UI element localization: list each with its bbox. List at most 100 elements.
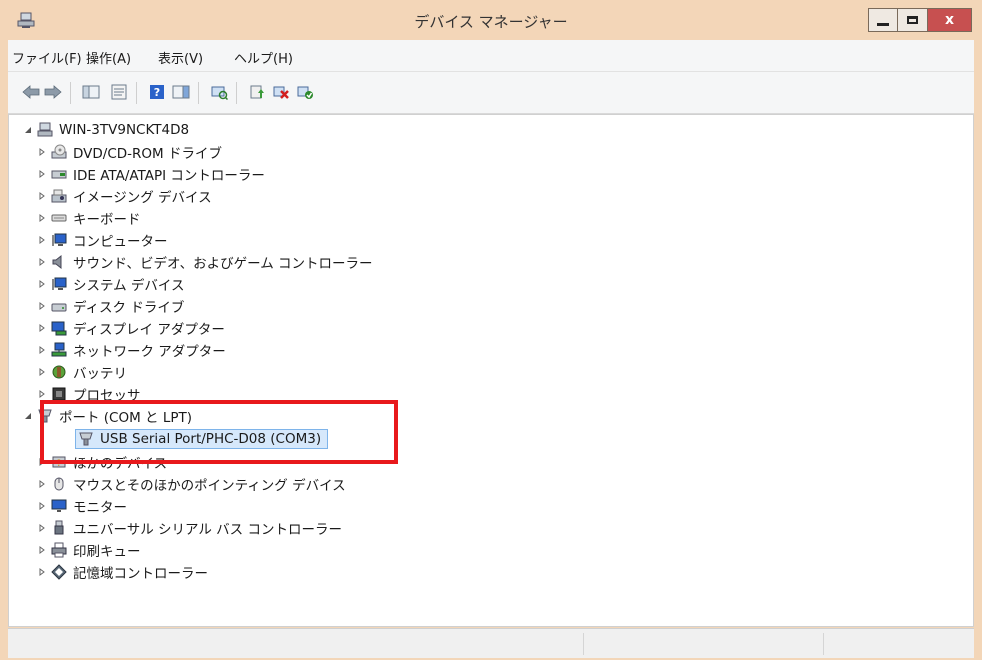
dvd-drive-icon (51, 144, 67, 160)
storage-controller-icon (51, 564, 67, 580)
toolbar-separator (236, 82, 237, 104)
tree-category-print-queue[interactable]: 印刷キュー (37, 539, 141, 561)
status-bar (8, 628, 974, 658)
expand-arrow-icon[interactable] (37, 257, 47, 267)
tree-category-system[interactable]: システム デバイス (37, 273, 184, 295)
menu-view[interactable]: 表示(V) (158, 48, 203, 67)
system-device-icon (51, 276, 67, 292)
ide-controller-icon (51, 166, 67, 182)
tree-category-sound[interactable]: サウンド、ビデオ、およびゲーム コントローラー (37, 251, 373, 273)
computer-icon (37, 122, 53, 138)
device-tree: WIN-3TV9NCKT4D8 DVD/CD-ROM ドライブ IDE ATA/… (8, 114, 974, 627)
scan-hardware-changes-icon[interactable] (208, 82, 230, 102)
expand-arrow-icon[interactable] (37, 279, 47, 289)
tree-category-label: ネットワーク アダプター (73, 344, 226, 360)
maximize-icon (907, 16, 918, 24)
back-arrow-icon[interactable] (20, 82, 42, 102)
expand-arrow-icon[interactable] (37, 147, 47, 157)
tree-category-label: DVD/CD-ROM ドライブ (73, 146, 222, 162)
status-bar-cell (823, 633, 974, 655)
tree-category-label: システム デバイス (73, 278, 185, 294)
expand-arrow-icon[interactable] (37, 301, 47, 311)
expand-arrow-icon[interactable] (37, 191, 47, 201)
window-title: デバイス マネージャー (414, 13, 568, 31)
tree-category-battery[interactable]: バッテリ (37, 361, 127, 383)
title-bar[interactable]: デバイス マネージャー x (0, 0, 982, 40)
close-button[interactable]: x (928, 8, 972, 32)
tree-category-label: ディスク ドライブ (73, 300, 185, 316)
battery-icon (51, 364, 67, 380)
mouse-icon (51, 476, 67, 492)
tree-category-imaging[interactable]: イメージング デバイス (37, 185, 212, 207)
menu-file[interactable]: ファイル(F) (12, 48, 82, 67)
collapse-arrow-icon[interactable] (23, 125, 33, 135)
tree-category-monitor[interactable]: モニター (37, 495, 127, 517)
enable-device-icon[interactable] (294, 82, 316, 102)
usb-connector-icon (51, 520, 67, 536)
tree-category-label: IDE ATA/ATAPI コントローラー (73, 168, 265, 184)
expand-arrow-icon[interactable] (37, 479, 47, 489)
expand-arrow-icon[interactable] (37, 235, 47, 245)
monitor-icon (51, 232, 67, 248)
tree-category-mouse[interactable]: マウスとそのほかのポインティング デバイス (37, 473, 346, 495)
maximize-button[interactable] (898, 8, 928, 32)
expand-arrow-icon[interactable] (37, 567, 47, 577)
tree-category-keyboard[interactable]: キーボード (37, 207, 141, 229)
tree-category-label: ディスプレイ アダプター (73, 322, 225, 338)
show-hide-console-tree-icon[interactable] (80, 82, 102, 102)
expand-arrow-icon[interactable] (37, 545, 47, 555)
forward-arrow-icon[interactable] (42, 82, 64, 102)
expand-arrow-icon[interactable] (37, 345, 47, 355)
uninstall-device-icon[interactable] (270, 82, 292, 102)
menu-action[interactable]: 操作(A) (86, 48, 131, 67)
monitor-icon (51, 498, 67, 514)
tree-category-disk[interactable]: ディスク ドライブ (37, 295, 184, 317)
annotation-highlight-box (40, 400, 398, 464)
toolbar: ? (8, 72, 974, 114)
imaging-device-icon (51, 188, 67, 204)
close-icon: x (944, 12, 955, 28)
network-adapter-icon (51, 342, 67, 358)
display-adapter-icon (51, 320, 67, 336)
tree-category-computer[interactable]: コンピューター (37, 229, 168, 251)
menu-help[interactable]: ヘルプ(H) (234, 48, 293, 67)
tree-category-network[interactable]: ネットワーク アダプター (37, 339, 226, 361)
expand-arrow-icon[interactable] (37, 501, 47, 511)
expand-arrow-icon[interactable] (37, 169, 47, 179)
tree-category-label: ユニバーサル シリアル バス コントローラー (73, 522, 342, 538)
printer-icon (51, 542, 67, 558)
menu-bar: ファイル(F) 操作(A) 表示(V) ヘルプ(H) (8, 40, 974, 72)
expand-arrow-icon[interactable] (37, 389, 47, 399)
action-pane-icon[interactable] (170, 82, 192, 102)
tree-category-label: コンピューター (73, 234, 168, 250)
tree-category-label: マウスとそのほかのポインティング デバイス (73, 478, 346, 494)
toolbar-separator (70, 82, 71, 104)
speaker-icon (51, 254, 67, 270)
tree-category-label: キーボード (73, 212, 141, 228)
minimize-button[interactable] (868, 8, 898, 32)
tree-category-label: モニター (73, 500, 127, 516)
help-icon[interactable]: ? (146, 82, 168, 102)
expand-arrow-icon[interactable] (37, 523, 47, 533)
tree-root[interactable]: WIN-3TV9NCKT4D8 (23, 119, 189, 141)
svg-text:?: ? (154, 86, 160, 99)
status-bar-cell (583, 633, 824, 655)
disk-drive-icon (51, 298, 67, 314)
tree-category-label: サウンド、ビデオ、およびゲーム コントローラー (73, 256, 373, 272)
properties-icon[interactable] (108, 82, 130, 102)
collapse-arrow-icon[interactable] (23, 411, 33, 421)
tree-category-label: イメージング デバイス (73, 190, 212, 206)
tree-category-storage[interactable]: 記憶域コントローラー (37, 561, 208, 583)
tree-category-ide[interactable]: IDE ATA/ATAPI コントローラー (37, 163, 265, 185)
expand-arrow-icon[interactable] (37, 367, 47, 377)
tree-category-display[interactable]: ディスプレイ アダプター (37, 317, 225, 339)
toolbar-separator (198, 82, 199, 104)
device-manager-window: デバイス マネージャー x ファイル(F) 操作(A) 表示(V) ヘルプ(H)… (0, 0, 982, 660)
computer-name: WIN-3TV9NCKT4D8 (59, 122, 190, 138)
expand-arrow-icon[interactable] (37, 323, 47, 333)
expand-arrow-icon[interactable] (37, 213, 47, 223)
tree-category-dvd[interactable]: DVD/CD-ROM ドライブ (37, 141, 222, 163)
update-driver-icon[interactable] (246, 82, 268, 102)
keyboard-icon (51, 210, 67, 226)
tree-category-usb[interactable]: ユニバーサル シリアル バス コントローラー (37, 517, 342, 539)
